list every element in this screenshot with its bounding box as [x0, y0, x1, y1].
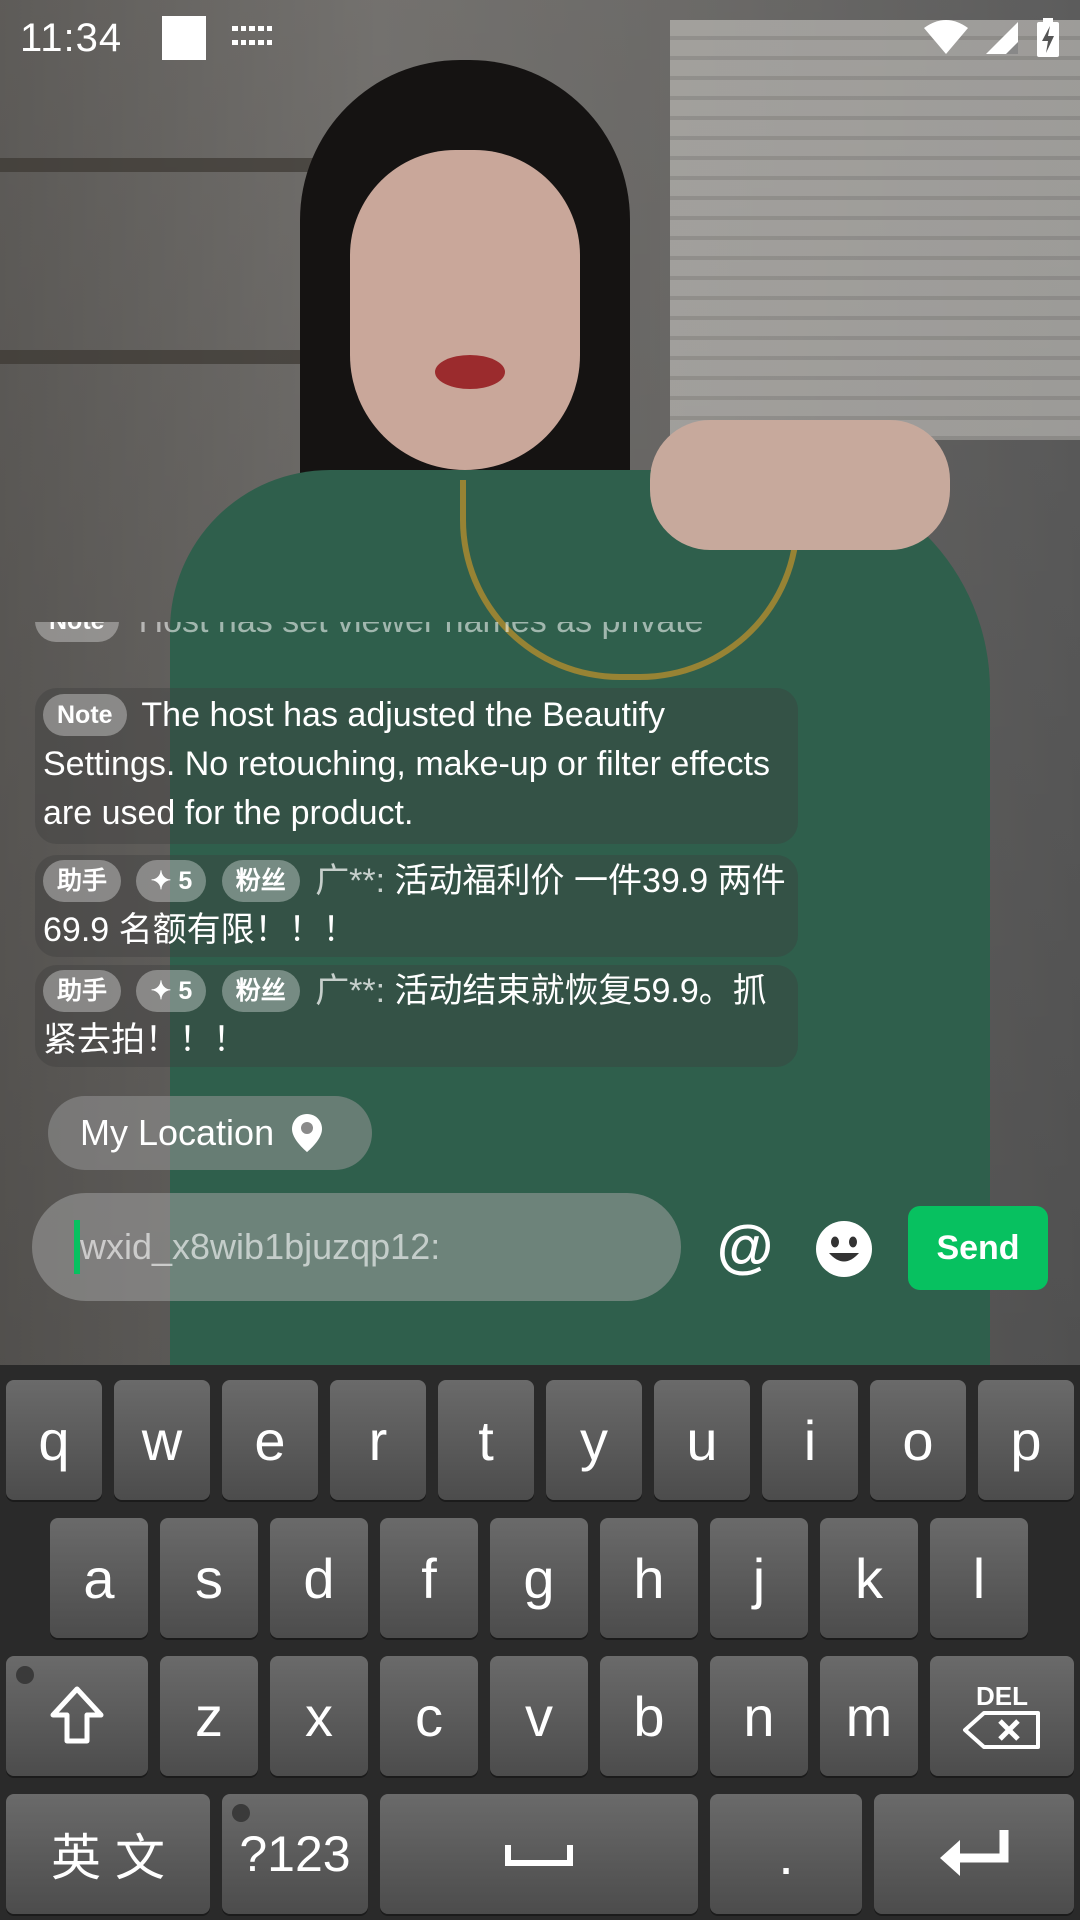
soft-keyboard: q w e r t y u i o p a s d f g h j k l z …: [0, 1365, 1080, 1920]
note-badge: Note: [43, 694, 127, 736]
key[interactable]: i: [762, 1380, 858, 1500]
key[interactable]: n: [710, 1656, 808, 1776]
faded-comment: Note Host has set viewer names as privat…: [35, 622, 805, 662]
key[interactable]: z: [160, 1656, 258, 1776]
shelf-decor: [0, 350, 320, 364]
delete-label: DEL: [976, 1681, 1028, 1711]
wifi-icon: [924, 20, 968, 54]
shift-arrow-icon: [50, 1686, 104, 1744]
key[interactable]: k: [820, 1518, 918, 1638]
key[interactable]: q: [6, 1380, 102, 1500]
note-comment[interactable]: Note The host has adjusted the Beautify …: [35, 688, 798, 844]
key[interactable]: e: [222, 1380, 318, 1500]
assistant-badge: 助手: [43, 860, 122, 902]
notification-square-icon: [162, 16, 207, 60]
space-key[interactable]: [380, 1794, 698, 1914]
delete-key[interactable]: DEL: [930, 1656, 1074, 1776]
comment-input[interactable]: [80, 1226, 620, 1268]
keyboard-indicator-icon: [232, 26, 273, 50]
space-bar-icon: [505, 1845, 573, 1866]
key[interactable]: f: [380, 1518, 478, 1638]
status-time: 11:34: [20, 15, 123, 60]
cell-signal-icon: [986, 22, 1018, 54]
key[interactable]: w: [114, 1380, 210, 1500]
key[interactable]: u: [654, 1380, 750, 1500]
level-badge: ✦ 5: [136, 970, 207, 1012]
fan-badge: 粉丝: [221, 860, 300, 902]
period-key[interactable]: .: [710, 1794, 862, 1914]
mention-at-button[interactable]: @: [712, 1216, 778, 1282]
language-key[interactable]: 英 文: [6, 1794, 210, 1914]
host-lips: [435, 355, 505, 389]
key[interactable]: m: [820, 1656, 918, 1776]
status-bar: 11:34: [0, 0, 1080, 76]
enter-arrow-icon: [940, 1830, 1009, 1876]
key[interactable]: a: [50, 1518, 148, 1638]
host-hand: [650, 420, 950, 550]
my-location-button[interactable]: My Location: [48, 1096, 372, 1170]
fan-badge: 粉丝: [221, 970, 300, 1012]
symbols-key[interactable]: ?123: [222, 1794, 368, 1914]
key[interactable]: o: [870, 1380, 966, 1500]
battery-charging-icon: [1037, 18, 1059, 57]
key[interactable]: x: [270, 1656, 368, 1776]
location-pin-icon: [292, 1114, 323, 1152]
smiley-icon[interactable]: [815, 1220, 873, 1278]
key[interactable]: j: [710, 1518, 808, 1638]
shift-key[interactable]: [6, 1656, 148, 1776]
key[interactable]: s: [160, 1518, 258, 1638]
chat-comment[interactable]: 助手 ✦ 5 粉丝 广**: 活动福利价 一件39.9 两件69.9 名额有限！…: [35, 855, 798, 957]
host-face: [350, 150, 580, 470]
window-blinds: [670, 20, 1080, 440]
shelf-decor: [0, 158, 320, 172]
comment-input-box[interactable]: [32, 1193, 681, 1301]
key[interactable]: y: [546, 1380, 642, 1500]
faded-comment-text: Host has set viewer names as private: [139, 622, 704, 641]
location-label: My Location: [80, 1112, 275, 1153]
note-badge: Note: [35, 622, 119, 642]
key[interactable]: h: [600, 1518, 698, 1638]
note-text: The host has adjusted the Beautify Setti…: [43, 696, 770, 832]
key[interactable]: p: [978, 1380, 1074, 1500]
comment-username[interactable]: 广**:: [315, 862, 385, 900]
assistant-badge: 助手: [43, 970, 122, 1012]
key[interactable]: t: [438, 1380, 534, 1500]
key[interactable]: g: [490, 1518, 588, 1638]
key[interactable]: l: [930, 1518, 1028, 1638]
send-button[interactable]: Send: [908, 1206, 1048, 1290]
key[interactable]: c: [380, 1656, 478, 1776]
key[interactable]: b: [600, 1656, 698, 1776]
key[interactable]: r: [330, 1380, 426, 1500]
key[interactable]: v: [490, 1656, 588, 1776]
level-badge: ✦ 5: [136, 860, 207, 902]
enter-key[interactable]: [874, 1794, 1074, 1914]
comment-username[interactable]: 广**:: [315, 972, 385, 1010]
chat-comment[interactable]: 助手 ✦ 5 粉丝 广**: 活动结束就恢复59.9。抓紧去拍！！！: [35, 965, 798, 1067]
backspace-icon: [963, 1711, 1040, 1749]
key[interactable]: d: [270, 1518, 368, 1638]
symbols-label: ?123: [239, 1826, 351, 1882]
